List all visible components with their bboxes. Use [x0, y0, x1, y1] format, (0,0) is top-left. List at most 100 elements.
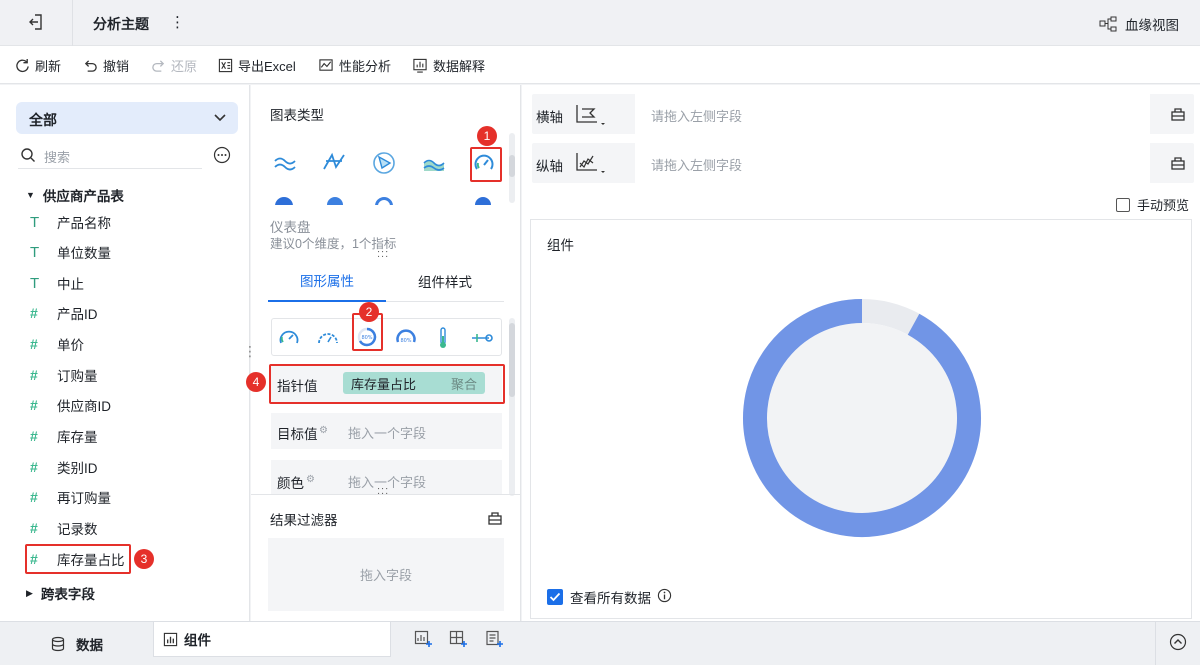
x-axis-placeholder: 请拖入左侧字段	[651, 109, 743, 124]
highlight-box	[470, 147, 502, 182]
caret-down-icon: ▼	[26, 190, 35, 200]
tab-label: 图形属性	[300, 274, 354, 289]
number-field-icon: #	[30, 459, 38, 475]
info-icon[interactable]	[657, 588, 672, 606]
multi-line-chart-icon[interactable]	[273, 153, 297, 178]
view-all-checkbox[interactable]	[547, 589, 563, 605]
collapse-up-icon[interactable]	[1169, 633, 1187, 656]
radar-chart-icon[interactable]	[372, 151, 396, 180]
more-menu-icon[interactable]: ⋮	[170, 13, 185, 31]
gauge-style-dial-icon[interactable]	[278, 327, 300, 352]
field-item[interactable]: # 订购量	[30, 365, 98, 385]
gauge-center	[767, 323, 957, 513]
scope-select[interactable]: 全部	[16, 102, 238, 134]
gauge-style-semi-icon[interactable]	[317, 329, 339, 350]
redo-icon	[152, 59, 165, 72]
add-component-icon[interactable]	[414, 630, 432, 653]
more-options-icon[interactable]	[213, 146, 231, 169]
svg-text:80%: 80%	[400, 338, 411, 344]
bubble-chart-icon[interactable]	[475, 197, 491, 205]
field-label: 供应商ID	[57, 399, 111, 414]
field-item[interactable]: # 再订购量	[30, 487, 111, 507]
manual-preview-toggle[interactable]: 手动预览	[1116, 195, 1189, 214]
table-node[interactable]: ▼ 供应商产品表	[26, 185, 124, 205]
field-item[interactable]: # 库存量	[30, 426, 98, 446]
settings-icon[interactable]: ⚙	[319, 425, 328, 436]
y-axis-row: 纵轴 请拖入左侧字段	[532, 143, 1194, 183]
tab-data-label: 数据	[76, 637, 103, 653]
preview-panel: 横轴 请拖入左侧字段 纵轴 请拖入左侧字段 手动预览 组件 查看所有数据	[522, 85, 1200, 621]
data-explain-button[interactable]: 数据解释	[412, 55, 485, 75]
back-icon[interactable]	[28, 13, 44, 36]
tab-data[interactable]: 数据	[0, 622, 153, 665]
field-panel: 全部 搜索 ▼ 供应商产品表 T 产品名称 T 单位数量 T 中止 # 产品ID # 单价…	[0, 85, 269, 621]
y-axis-lock-icon[interactable]	[1170, 155, 1186, 176]
export-excel-button[interactable]: 导出Excel	[218, 55, 296, 75]
gauge-style-slot-icon[interactable]	[471, 331, 493, 349]
search-field[interactable]: 搜索	[18, 143, 202, 169]
properties-scroll-thumb[interactable]	[509, 323, 515, 397]
field-item[interactable]: T 产品名称	[30, 212, 111, 232]
drag-handle-icon[interactable]: :::	[377, 248, 389, 260]
manual-preview-label: 手动预览	[1137, 198, 1190, 213]
field-item[interactable]: # 供应商ID	[30, 395, 111, 415]
tab-component[interactable]: 组件	[153, 622, 391, 657]
ring-chart-icon[interactable]	[375, 197, 393, 205]
add-report-icon[interactable]	[485, 630, 503, 653]
x-axis-lock-icon[interactable]	[1170, 106, 1186, 127]
cross-table-node[interactable]: ▶ 跨表字段	[26, 583, 95, 603]
performance-analysis-button[interactable]: 性能分析	[318, 55, 391, 75]
component-canvas: 组件 查看所有数据	[530, 219, 1192, 619]
field-label: 产品ID	[57, 307, 98, 322]
drag-handle-icon[interactable]: :::	[377, 485, 389, 497]
gauge-style-arc-icon[interactable]: 80%	[395, 327, 417, 352]
result-filter-title: 结果过滤器	[270, 513, 338, 528]
x-axis-type-icon[interactable]	[575, 103, 605, 132]
field-item[interactable]: T 单位数量	[30, 242, 111, 262]
field-item[interactable]: # 产品ID	[30, 303, 98, 323]
rose-chart-icon[interactable]	[327, 197, 343, 205]
annotation-badge-3: 3	[134, 549, 154, 569]
tab-component-style[interactable]: 组件样式	[386, 260, 504, 302]
field-label: 中止	[57, 277, 84, 292]
field-item[interactable]: # 类别ID	[30, 457, 98, 477]
field-item[interactable]: # 单价	[30, 334, 84, 354]
calculated-field-icon: #	[30, 520, 38, 536]
filter-drop-zone[interactable]: 拖入字段	[268, 538, 504, 611]
tab-label: 组件样式	[418, 275, 472, 290]
pie-chart-icon[interactable]	[275, 197, 293, 205]
performance-icon	[319, 58, 333, 71]
data-explain-icon	[413, 58, 427, 73]
search-input[interactable]: 搜索	[44, 147, 70, 166]
chart-type-scroll-thumb[interactable]	[509, 155, 515, 177]
add-dashboard-icon[interactable]	[449, 630, 467, 653]
lineage-label: 血缘视图	[1125, 18, 1179, 33]
area-chart-icon[interactable]	[422, 153, 446, 178]
x-axis-row: 横轴 请拖入左侧字段	[532, 94, 1194, 134]
manual-preview-checkbox[interactable]	[1116, 197, 1130, 212]
scatter-chart-icon[interactable]	[423, 199, 443, 205]
radar-line-chart-icon[interactable]	[322, 151, 346, 178]
chart-type-row-2	[271, 197, 501, 205]
refresh-icon	[16, 58, 29, 72]
x-axis-drop-zone[interactable]: 请拖入左侧字段	[635, 94, 1150, 134]
gauge-style-thermometer-icon[interactable]	[436, 326, 450, 355]
number-field-icon: #	[30, 367, 38, 383]
tab-graphic-properties[interactable]: 图形属性	[268, 260, 386, 302]
refresh-button[interactable]: 刷新	[15, 55, 61, 75]
redo-button[interactable]: 还原	[151, 55, 197, 75]
target-value-slot[interactable]: 目标值 ⚙ 拖入一个字段	[271, 413, 502, 449]
undo-button[interactable]: 撤销	[83, 55, 129, 75]
y-axis-type-icon[interactable]	[575, 151, 605, 180]
settings-icon[interactable]: ⚙	[306, 474, 315, 485]
filter-lock-icon[interactable]	[487, 510, 503, 531]
target-value-label: 目标值	[277, 427, 318, 442]
excel-icon	[218, 58, 233, 72]
field-item[interactable]: T 中止	[30, 273, 84, 293]
lineage-view-button[interactable]: 血缘视图	[1099, 14, 1179, 34]
x-axis-label: 横轴	[536, 110, 563, 125]
y-axis-drop-zone[interactable]: 请拖入左侧字段	[635, 143, 1150, 183]
view-all-data-toggle[interactable]: 查看所有数据	[547, 587, 672, 607]
field-item[interactable]: # 记录数	[30, 518, 98, 538]
text-field-icon: T	[30, 274, 40, 292]
